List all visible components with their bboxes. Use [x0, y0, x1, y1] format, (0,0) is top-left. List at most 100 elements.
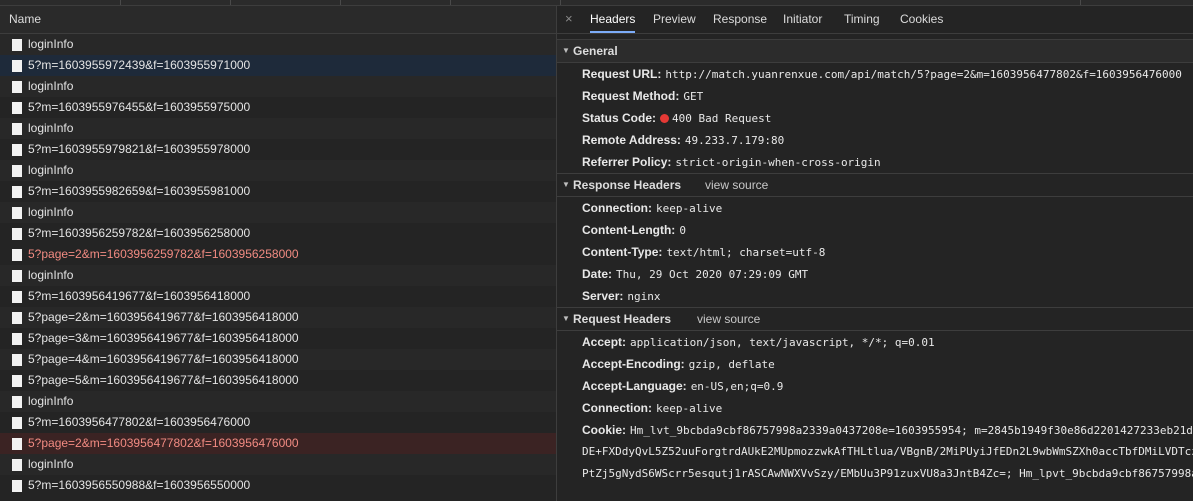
remote-address-value: 49.233.7.179:80	[684, 134, 785, 147]
cookie-label: Cookie:	[582, 423, 627, 437]
document-icon	[12, 144, 22, 156]
request-headers-section-header[interactable]: ▼ Request Headers view source	[557, 307, 1193, 331]
request-name: 5?m=1603955979821&f=1603955978000	[28, 142, 251, 156]
accept-language-value: en-US,en;q=0.9	[690, 380, 784, 393]
cookie-value-line2: DE+FXDdyQvL5Z52uuForgtrdAUkE2MUpmozzwkAf…	[582, 445, 1193, 458]
document-icon	[12, 417, 22, 429]
document-icon	[12, 123, 22, 135]
req-connection-row: Connection: keep-alive	[557, 397, 1193, 419]
document-icon	[12, 228, 22, 240]
req-connection-value: keep-alive	[656, 402, 723, 415]
referrer-policy-value: strict-origin-when-cross-origin	[675, 156, 881, 169]
request-row[interactable]: loginInfo	[0, 202, 556, 223]
expand-triangle-icon: ▼	[562, 180, 570, 189]
request-row[interactable]: loginInfo	[0, 391, 556, 412]
content-type-row: Content-Type: text/html; charset=utf-8	[557, 241, 1193, 263]
request-row[interactable]: loginInfo	[0, 160, 556, 181]
request-name: loginInfo	[28, 268, 74, 282]
request-row[interactable]: loginInfo	[0, 265, 556, 286]
accept-encoding-row: Accept-Encoding: gzip, deflate	[557, 353, 1193, 375]
request-row[interactable]: loginInfo	[0, 76, 556, 97]
date-label: Date:	[582, 267, 613, 281]
request-method-row: Request Method: GET	[557, 85, 1193, 107]
request-row[interactable]: 5?m=1603956477802&f=1603956476000	[0, 412, 556, 433]
request-row[interactable]: 5?page=5&m=1603956419677&f=1603956418000	[0, 370, 556, 391]
accept-encoding-label: Accept-Encoding:	[582, 357, 685, 371]
request-row[interactable]: 5?page=3&m=1603956419677&f=1603956418000	[0, 328, 556, 349]
request-row[interactable]: 5?m=1603956259782&f=1603956258000	[0, 223, 556, 244]
request-name: 5?page=4&m=1603956419677&f=1603956418000	[28, 352, 299, 366]
request-headers-title: Request Headers	[573, 312, 672, 326]
document-icon	[12, 480, 22, 492]
request-url-label: Request URL:	[582, 67, 662, 81]
resp-connection-label: Connection:	[582, 201, 652, 215]
general-section-header[interactable]: ▼ General	[557, 39, 1193, 63]
request-list-panel: Name loginInfo 5?m=1603955972439&f=160395…	[0, 6, 557, 501]
document-icon	[12, 396, 22, 408]
document-icon	[12, 459, 22, 471]
request-row[interactable]: 5?page=4&m=1603956419677&f=1603956418000	[0, 349, 556, 370]
request-name: 5?m=1603956419677&f=1603956418000	[28, 289, 251, 303]
document-icon	[12, 270, 22, 282]
accept-encoding-value: gzip, deflate	[688, 358, 775, 371]
request-name: 5?m=1603955972439&f=1603955971000	[28, 58, 251, 72]
close-icon[interactable]: ×	[565, 11, 573, 26]
request-row[interactable]: 5?m=1603955979821&f=1603955978000	[0, 139, 556, 160]
tab-timing[interactable]: Timing	[844, 6, 880, 33]
request-name: 5?page=2&m=1603956259782&f=1603956258000	[28, 247, 299, 261]
request-details-panel: × Headers Preview Response Initiator Tim…	[557, 6, 1193, 501]
accept-row: Accept: application/json, text/javascript…	[557, 331, 1193, 353]
request-row[interactable]: 5?m=1603955982659&f=1603955981000	[0, 181, 556, 202]
request-row[interactable]: loginInfo	[0, 454, 556, 475]
tab-response[interactable]: Response	[713, 6, 767, 33]
request-name: loginInfo	[28, 37, 74, 51]
tab-initiator[interactable]: Initiator	[783, 6, 822, 33]
tab-preview[interactable]: Preview	[653, 6, 696, 33]
request-url-row: Request URL: http://match.yuanrenxue.com/…	[557, 63, 1193, 85]
req-connection-label: Connection:	[582, 401, 652, 415]
tab-headers[interactable]: Headers	[590, 6, 636, 33]
accept-language-label: Accept-Language:	[582, 379, 687, 393]
content-type-label: Content-Type:	[582, 245, 663, 259]
document-icon	[12, 333, 22, 345]
request-method-label: Request Method:	[582, 89, 680, 103]
request-name: 5?m=1603956477802&f=1603956476000	[28, 415, 251, 429]
request-url-value: http://match.yuanrenxue.com/api/match/5?…	[665, 68, 1182, 81]
date-row: Date: Thu, 29 Oct 2020 07:29:09 GMT	[557, 263, 1193, 285]
request-row[interactable]: 5?m=1603956550988&f=1603956550000	[0, 475, 556, 496]
remote-address-row: Remote Address: 49.233.7.179:80	[557, 129, 1193, 151]
general-title: General	[573, 44, 618, 58]
request-row[interactable]: 5?m=1603955972439&f=1603955971000	[0, 55, 556, 76]
response-view-source-link[interactable]: view source	[705, 174, 768, 196]
request-name: 5?page=2&m=1603956419677&f=1603956418000	[28, 310, 299, 324]
request-name: 5?m=1603955976455&f=1603955975000	[28, 100, 251, 114]
document-icon	[12, 438, 22, 450]
document-icon	[12, 207, 22, 219]
request-row[interactable]: 5?page=2&m=1603956419677&f=1603956418000	[0, 307, 556, 328]
request-rows: loginInfo 5?m=1603955972439&f=16039559710…	[0, 34, 556, 496]
server-label: Server:	[582, 289, 624, 303]
request-row[interactable]: 5?m=1603955976455&f=1603955975000	[0, 97, 556, 118]
name-column-header[interactable]: Name	[0, 6, 556, 34]
content-type-value: text/html; charset=utf-8	[666, 246, 826, 259]
tab-cookies[interactable]: Cookies	[900, 6, 943, 33]
request-name: loginInfo	[28, 79, 74, 93]
request-row[interactable]: loginInfo	[0, 118, 556, 139]
document-icon	[12, 312, 22, 324]
request-row[interactable]: 5?page=2&m=1603956477802&f=1603956476000	[0, 433, 556, 454]
request-row[interactable]: 5?m=1603956419677&f=1603956418000	[0, 286, 556, 307]
details-tab-bar: × Headers Preview Response Initiator Tim…	[557, 6, 1193, 34]
request-row[interactable]: 5?page=2&m=1603956259782&f=1603956258000	[0, 244, 556, 265]
document-icon	[12, 249, 22, 261]
document-icon	[12, 60, 22, 72]
response-headers-title: Response Headers	[573, 178, 682, 192]
response-headers-section-header[interactable]: ▼ Response Headers view source	[557, 173, 1193, 197]
request-row[interactable]: loginInfo	[0, 34, 556, 55]
request-name: 5?page=2&m=1603956477802&f=1603956476000	[28, 436, 299, 450]
referrer-policy-row: Referrer Policy: strict-origin-when-cross…	[557, 151, 1193, 173]
request-name: loginInfo	[28, 457, 74, 471]
document-icon	[12, 39, 22, 51]
content-length-value: 0	[679, 224, 686, 237]
request-view-source-link[interactable]: view source	[697, 308, 760, 330]
request-name: loginInfo	[28, 205, 74, 219]
